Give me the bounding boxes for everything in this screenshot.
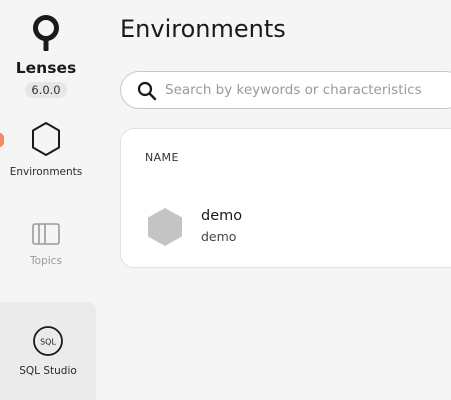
brand[interactable]: Lenses 6.0.0 xyxy=(0,10,92,98)
sidebar-item-environments[interactable]: Environments xyxy=(0,121,92,181)
lenses-logo-icon xyxy=(33,15,59,51)
sidebar-item-sql-studio[interactable]: SQL SQL Studio xyxy=(0,302,96,400)
search-icon xyxy=(137,81,157,101)
sql-icon-text: SQL xyxy=(40,338,56,347)
sql-icon: SQL xyxy=(33,326,63,356)
topics-icon xyxy=(32,223,60,245)
app-window: Lenses 6.0.0 Environments Topics SQL SQL… xyxy=(0,0,451,400)
version-badge: 6.0.0 xyxy=(25,82,67,98)
sidebar: Lenses 6.0.0 Environments Topics SQL SQL… xyxy=(0,0,96,400)
sidebar-item-label: SQL Studio xyxy=(19,365,77,377)
environment-subtitle: demo xyxy=(201,229,237,244)
search-input[interactable] xyxy=(165,78,451,102)
hexagon-icon xyxy=(32,122,60,156)
hexagon-icon xyxy=(148,208,182,246)
sidebar-item-label: Topics xyxy=(30,255,62,267)
brand-name: Lenses xyxy=(15,59,77,77)
search-bar[interactable] xyxy=(120,71,451,109)
sidebar-item-label: Environments xyxy=(9,166,83,178)
table-row[interactable]: demo demo xyxy=(121,199,451,259)
sidebar-item-topics[interactable]: Topics xyxy=(0,222,92,282)
environment-name[interactable]: demo xyxy=(201,208,242,224)
page-title: Environments xyxy=(120,15,286,43)
column-header-name[interactable]: NAME xyxy=(145,151,179,164)
environments-table: NAME demo demo xyxy=(120,128,451,268)
